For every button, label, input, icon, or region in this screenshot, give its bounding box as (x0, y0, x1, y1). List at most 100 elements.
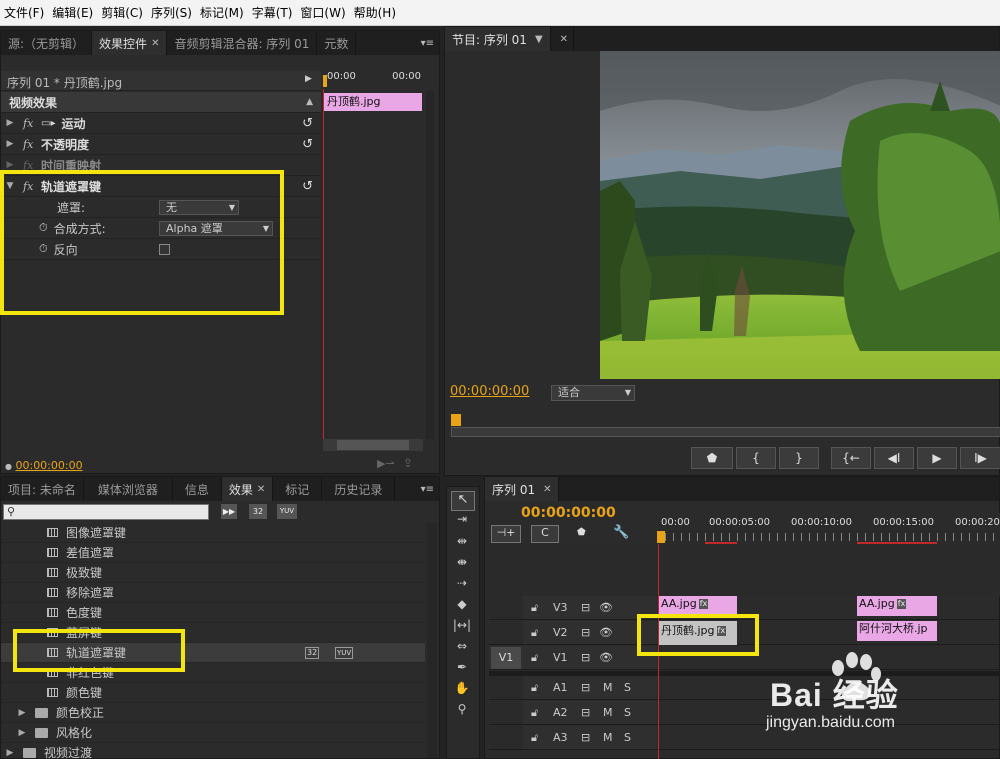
rate-stretch-tool-icon[interactable]: ⇢ (452, 576, 472, 594)
menu-edit[interactable]: 编辑(E) (50, 4, 99, 21)
sync-icon[interactable]: ⊟ (581, 706, 590, 719)
fit-dropdown[interactable]: 适合 ▼ (551, 385, 635, 401)
32bit-filter-icon[interactable]: 32 (249, 504, 267, 519)
mark-out-button[interactable]: } (779, 447, 819, 469)
clip-v3-aa-2[interactable]: AA.jpg fx (857, 596, 937, 616)
razor-tool-icon[interactable]: ◆ (452, 597, 472, 615)
step-back-button[interactable]: ◀I (874, 447, 914, 469)
effects-scrollbar[interactable] (427, 523, 437, 758)
tab-metadata[interactable]: 元数 (317, 31, 357, 55)
reset-icon[interactable]: ↺ (302, 116, 313, 131)
snap-button[interactable]: ⊣+ (491, 525, 521, 543)
panel-menu-icon[interactable]: ▾≡ (416, 477, 439, 501)
tab-markers[interactable]: 标记 (273, 477, 323, 501)
clip-v2-red-crowned-crane[interactable]: 丹顶鹤.jpg fx (659, 621, 737, 645)
export-icon[interactable]: ⇪ (403, 456, 413, 470)
list-item[interactable]: 蓝屏键 (1, 623, 425, 643)
go-to-in-button[interactable]: {← (831, 447, 871, 469)
program-scrubber[interactable] (451, 427, 1000, 437)
rolling-edit-tool-icon[interactable]: ⇼ (452, 555, 472, 573)
clip-v2-ashi-river-bridge[interactable]: 阿什河大桥.jp (857, 621, 937, 641)
effect-track-matte-key[interactable]: ▼ fx 轨道遮罩键 ↺ (1, 176, 321, 197)
effect-opacity[interactable]: ▶ fx 不透明度 ↺ (1, 134, 321, 155)
eye-icon[interactable]: 👁︎ (599, 651, 613, 664)
expand-icon[interactable]: ▶ (15, 708, 29, 718)
stopwatch-icon[interactable]: ⏱ (39, 242, 48, 256)
transform-icon[interactable]: ▭▸ (41, 118, 55, 129)
menu-help[interactable]: 帮助(H) (352, 4, 402, 21)
menu-marker[interactable]: 标记(M) (198, 4, 250, 21)
mute-button[interactable]: M (603, 731, 613, 744)
lock-icon[interactable]: 🔓︎ (531, 651, 538, 665)
close-icon[interactable]: ✕ (257, 484, 265, 495)
menu-clip[interactable]: 剪辑(C) (99, 4, 149, 21)
source-patch[interactable] (489, 596, 523, 619)
timeline-playhead-icon[interactable] (657, 531, 665, 543)
expand-icon[interactable]: ▶ (15, 728, 29, 738)
solo-button[interactable]: S (624, 681, 631, 694)
selection-tool-icon[interactable]: ↖ (451, 491, 475, 511)
wrench-icon[interactable]: 🔧 (613, 525, 629, 540)
fx-icon[interactable]: fx (23, 180, 41, 193)
tab-effects[interactable]: 效果 ✕ (221, 477, 274, 501)
tab-program[interactable]: 节目: 序列 01 ▼ (445, 27, 551, 51)
video-frame[interactable] (600, 51, 1000, 379)
expand-icon[interactable]: ▶ (3, 748, 17, 758)
list-item[interactable]: 非红色键 (1, 663, 425, 683)
program-timecode[interactable]: 00:00:00:00 (450, 384, 529, 399)
track-select-tool-icon[interactable]: ⇥ (452, 512, 472, 530)
pen-tool-icon[interactable]: ✒ (452, 660, 472, 678)
tab-project[interactable]: 项目: 未命名 (1, 477, 84, 501)
source-patch[interactable] (489, 701, 523, 724)
step-forward-button[interactable]: I▶ (960, 447, 1000, 469)
lock-icon[interactable]: 🔓︎ (531, 731, 538, 745)
menu-file[interactable]: 文件(F) (2, 4, 50, 21)
source-patch[interactable] (489, 621, 523, 644)
tab-close[interactable]: ✕ (551, 27, 575, 51)
panel-menu-icon[interactable]: ▾≡ (416, 31, 439, 55)
close-icon[interactable]: ✕ (543, 484, 551, 495)
ripple-edit-tool-icon[interactable]: ⇹ (452, 534, 472, 552)
lock-icon[interactable]: 🔓︎ (531, 681, 538, 695)
add-marker-button[interactable]: ⬟ (691, 447, 733, 469)
slip-tool-icon[interactable]: |↔| (452, 618, 472, 636)
eye-icon[interactable]: 👁︎ (599, 626, 613, 639)
expand-icon[interactable]: ▶ (3, 118, 17, 128)
hand-tool-icon[interactable]: ✋ (452, 681, 472, 699)
magnet-icon[interactable]: C (531, 525, 559, 543)
add-marker-icon[interactable]: ⬟ (577, 527, 586, 538)
collapse-triangle-icon[interactable]: ▼ (3, 181, 17, 191)
source-patch[interactable] (489, 676, 523, 699)
tab-info[interactable]: 信息 (173, 477, 222, 501)
dropdown-icon[interactable]: ▼ (535, 34, 543, 45)
list-item[interactable]: 极致键 (1, 563, 425, 583)
mark-in-button[interactable]: { (736, 447, 776, 469)
composite-dropdown[interactable]: Alpha 遮罩 ▼ (159, 221, 273, 236)
ec-timecode[interactable]: 00:00:00:00 (15, 459, 82, 472)
playhead-icon[interactable] (323, 75, 327, 87)
effect-time-remap[interactable]: ▶ fx 时间重映射 (1, 155, 321, 176)
solo-button[interactable]: S (624, 706, 631, 719)
close-icon[interactable]: ✕ (151, 38, 159, 49)
lock-icon[interactable]: 🔓︎ (531, 706, 538, 720)
menu-title[interactable]: 字幕(T) (250, 4, 299, 21)
tab-audio-mixer[interactable]: 音频剪辑混合器: 序列 01 (167, 31, 318, 55)
source-patch[interactable] (489, 726, 523, 749)
menu-window[interactable]: 窗口(W) (298, 4, 351, 21)
yuv-filter-icon[interactable]: YUV (277, 504, 297, 519)
slide-tool-icon[interactable]: ⇔ (452, 639, 472, 657)
sync-icon[interactable]: ⊟ (581, 651, 590, 664)
mute-button[interactable]: M (603, 681, 613, 694)
tab-history[interactable]: 历史记录 (322, 477, 396, 501)
tab-source[interactable]: 源:（无剪辑） (1, 31, 93, 55)
lock-icon[interactable]: 🔓︎ (531, 601, 538, 615)
tab-effect-controls[interactable]: 效果控件 ✕ (92, 31, 168, 55)
ec-h-scrollbar[interactable] (323, 439, 423, 451)
folder-item[interactable]: ▶ 视频过渡 (1, 743, 425, 759)
play-only-icon[interactable]: ▶⇀ (377, 457, 395, 470)
tab-sequence[interactable]: 序列 01 ✕ (485, 477, 560, 501)
list-item[interactable]: 颜色键 (1, 683, 425, 703)
sync-icon[interactable]: ⊟ (581, 626, 590, 639)
stopwatch-icon[interactable]: ⏱ (39, 221, 48, 235)
list-item-selected[interactable]: 轨道遮罩键 32 YUV (1, 643, 425, 663)
